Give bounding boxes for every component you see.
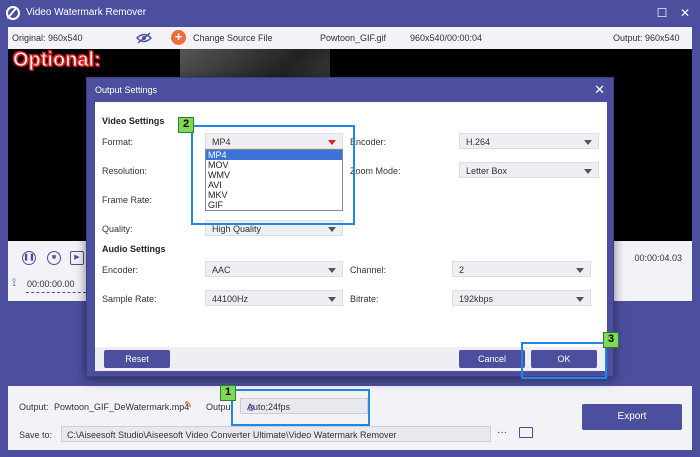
file-info: 960x540/00:00:04 xyxy=(410,33,483,43)
save-to-label: Save to: xyxy=(19,430,53,440)
quality-label: Quality: xyxy=(102,224,133,234)
window-title: Video Watermark Remover xyxy=(26,7,147,18)
bitrate-select[interactable]: 192kbps xyxy=(452,290,591,306)
step-badge: 1 xyxy=(220,385,236,401)
bitrate-label: Bitrate: xyxy=(350,294,379,304)
chevron-down-icon xyxy=(328,268,336,273)
save-path-field[interactable]: C:\Aiseesoft Studio\Aiseesoft Video Conv… xyxy=(61,426,491,442)
change-source-link[interactable]: Change Source File xyxy=(193,33,273,43)
zoom-mode-value: Letter Box xyxy=(466,166,508,176)
encoder-label: Encoder: xyxy=(350,137,387,147)
audio-settings-title: Audio Settings xyxy=(102,244,166,254)
zoom-mode-label: Zoom Mode: xyxy=(350,166,401,176)
pause-icon[interactable]: ❚❚ xyxy=(22,251,36,265)
edit-icon[interactable]: ✎ xyxy=(184,400,192,411)
output-label: Output: xyxy=(19,402,49,412)
step-badge: 2 xyxy=(178,117,194,133)
channel-value: 2 xyxy=(459,265,465,275)
info-bar: Original: 960x540 + Change Source File P… xyxy=(8,27,692,49)
encoder-value: H.264 xyxy=(466,137,491,147)
sample-rate-label: Sample Rate: xyxy=(102,294,157,304)
end-time: 00:00:04.03 xyxy=(634,253,682,263)
folder-icon[interactable] xyxy=(519,427,533,438)
chevron-down-icon xyxy=(576,297,584,302)
add-icon[interactable]: + xyxy=(171,30,186,45)
audio-encoder-select[interactable]: AAC xyxy=(205,261,343,277)
cancel-button[interactable]: Cancel xyxy=(459,350,525,368)
frame-rate-label: Frame Rate: xyxy=(102,195,153,205)
start-time: 00:00:00.00 xyxy=(27,279,75,289)
output-setting-highlight-box xyxy=(231,389,370,426)
trim-icon[interactable]: ⟟ xyxy=(12,277,16,290)
chevron-down-icon xyxy=(576,268,584,273)
timeline-track[interactable] xyxy=(26,292,86,293)
reset-button[interactable]: Reset xyxy=(104,350,170,368)
chevron-down-icon xyxy=(584,140,592,145)
browse-button[interactable]: ··· xyxy=(492,426,512,442)
encoder-select[interactable]: H.264 xyxy=(459,133,599,149)
channel-label: Channel: xyxy=(350,265,387,275)
step-badge: 3 xyxy=(603,332,619,348)
output-settings-dialog: Output Settings ✕ Video Settings Format:… xyxy=(86,77,614,377)
chevron-down-icon xyxy=(328,227,336,232)
close-icon[interactable]: ✕ xyxy=(678,6,692,20)
app-logo-icon xyxy=(6,6,20,20)
sample-rate-select[interactable]: 44100Hz xyxy=(205,290,343,306)
output-file-name: Powtoon_GIF_DeWatermark.mp4 xyxy=(54,402,190,412)
export-button[interactable]: Export xyxy=(582,404,682,430)
dialog-title: Output Settings xyxy=(95,85,158,95)
quality-value: High Quality xyxy=(212,224,262,234)
format-label: Format: xyxy=(102,137,134,147)
output-setting-label: Output xyxy=(206,402,234,412)
close-icon[interactable]: ✕ xyxy=(594,82,605,98)
next-frame-icon[interactable]: ▶ xyxy=(70,251,84,265)
output-resolution: Output: 960x540 xyxy=(613,33,680,43)
chevron-down-icon xyxy=(584,169,592,174)
video-settings-title: Video Settings xyxy=(102,116,165,126)
zoom-mode-select[interactable]: Letter Box xyxy=(459,162,599,178)
stop-icon[interactable]: ■ xyxy=(47,251,61,265)
eye-hidden-icon[interactable] xyxy=(136,32,152,44)
original-resolution: Original: 960x540 xyxy=(12,33,83,43)
file-name: Powtoon_GIF.gif xyxy=(320,33,387,43)
sample-rate-value: 44100Hz xyxy=(212,294,249,304)
title-bar: Video Watermark Remover ☐ ✕ xyxy=(0,0,700,26)
save-path-value: C:\Aiseesoft Studio\Aiseesoft Video Conv… xyxy=(67,430,397,440)
ok-highlight-box xyxy=(521,342,607,379)
resolution-label: Resolution: xyxy=(102,166,148,176)
maximize-icon[interactable]: ☐ xyxy=(655,6,669,20)
format-highlight-box xyxy=(191,125,355,225)
bitrate-value: 192kbps xyxy=(459,294,494,304)
audio-encoder-label: Encoder: xyxy=(102,265,139,275)
audio-encoder-value: AAC xyxy=(212,265,231,275)
channel-select[interactable]: 2 xyxy=(452,261,591,277)
chevron-down-icon xyxy=(328,297,336,302)
optional-annotation: Optional: xyxy=(13,49,102,72)
